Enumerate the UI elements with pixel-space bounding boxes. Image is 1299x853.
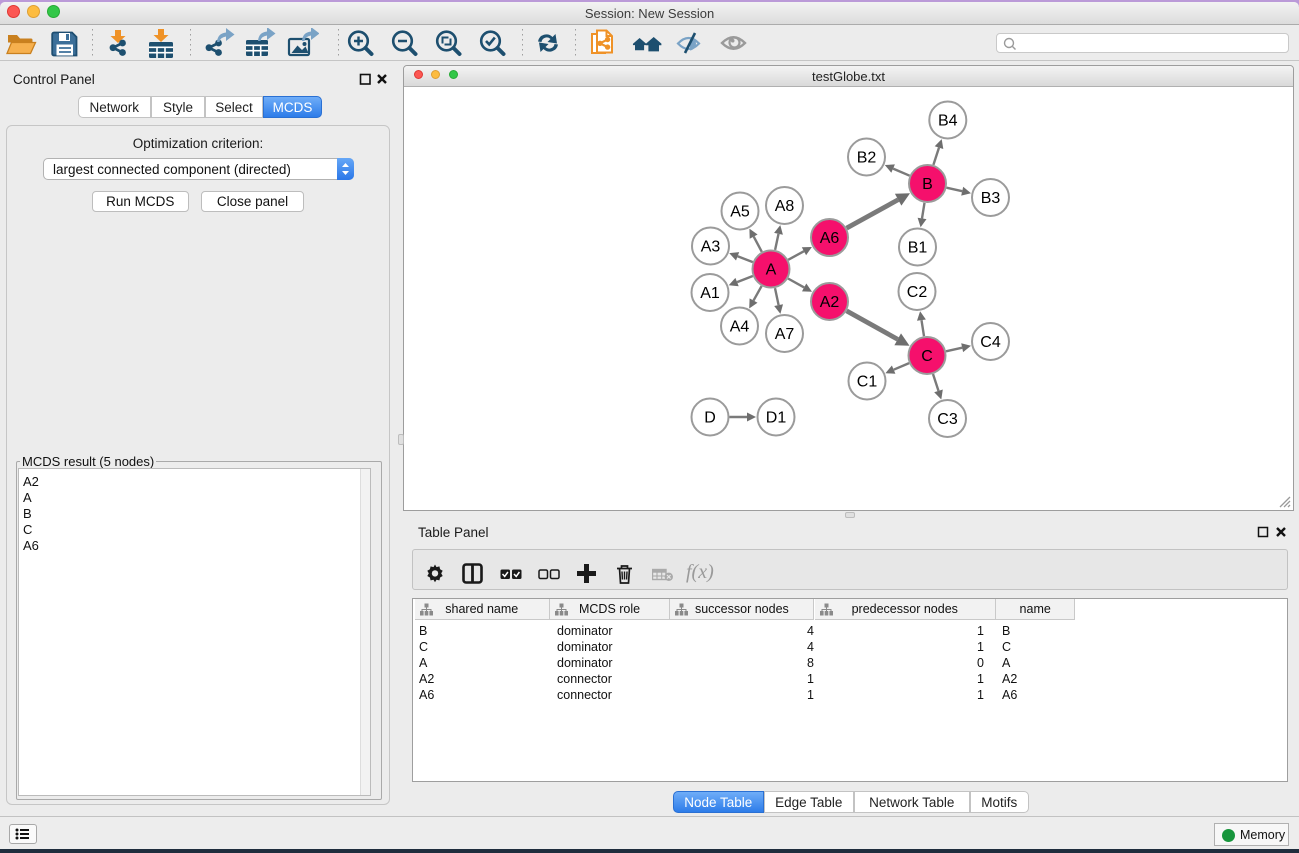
- svg-text:B2: B2: [857, 150, 877, 167]
- svg-text:C2: C2: [907, 284, 928, 301]
- svg-text:B: B: [922, 176, 933, 193]
- svg-text:D1: D1: [766, 410, 787, 427]
- svg-text:A4: A4: [730, 319, 750, 336]
- svg-text:A8: A8: [775, 198, 795, 215]
- svg-text:D: D: [704, 410, 716, 427]
- svg-text:A2: A2: [820, 294, 840, 311]
- svg-text:C3: C3: [937, 411, 958, 428]
- svg-text:B3: B3: [981, 190, 1001, 207]
- svg-text:A: A: [766, 262, 777, 279]
- svg-text:B4: B4: [938, 113, 958, 130]
- svg-text:C4: C4: [980, 334, 1001, 351]
- svg-text:A1: A1: [700, 285, 720, 302]
- svg-text:A6: A6: [820, 230, 840, 247]
- svg-text:C: C: [921, 348, 933, 365]
- svg-text:B1: B1: [908, 240, 928, 257]
- svg-text:C1: C1: [857, 374, 878, 391]
- svg-text:A7: A7: [775, 326, 795, 343]
- svg-text:A3: A3: [701, 239, 721, 256]
- svg-text:A5: A5: [730, 204, 750, 221]
